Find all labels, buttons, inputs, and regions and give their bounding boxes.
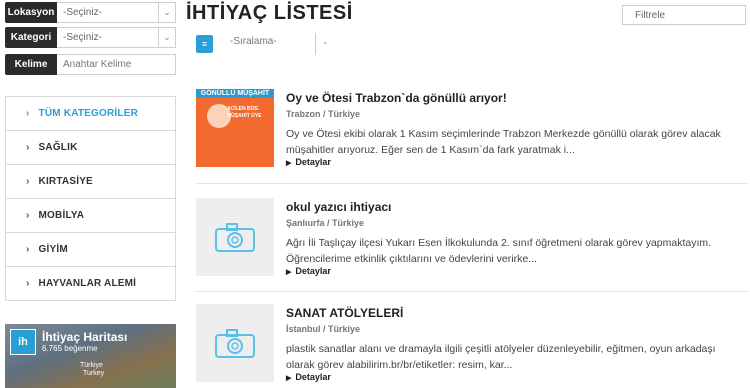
map-label: Türkiye	[80, 362, 103, 369]
category-label: MOBİLYA	[38, 210, 85, 221]
item-location: Şanlıurfa / Türkiye	[286, 218, 365, 228]
category-item-animals[interactable]: › HAYVANLAR ALEMİ	[6, 267, 175, 301]
item-thumbnail[interactable]	[196, 198, 274, 276]
divider	[196, 291, 748, 292]
category-item-all[interactable]: › TÜM KATEGORİLER	[6, 97, 175, 131]
category-item-stationery[interactable]: › KIRTASİYE	[6, 165, 175, 199]
divider	[196, 183, 748, 184]
keyword-label: Kelime	[5, 54, 57, 75]
page-title: İHTİYAÇ LİSTESİ	[186, 2, 353, 24]
facebook-page-widget[interactable]: ih İhtiyaç Haritası 6.765 beğenme Türkiy…	[5, 324, 176, 388]
arrow-right-icon: ▶	[286, 375, 292, 382]
poster-text: ACİLEN BİZE MÜŞAHİT ÜYE	[227, 106, 262, 119]
camera-icon	[215, 223, 255, 252]
details-label: Detaylar	[295, 372, 331, 382]
category-select[interactable]: -Seçiniz- ⌄	[57, 27, 176, 48]
item-title[interactable]: Oy ve Ötesi Trabzon`da gönüllü arıyor!	[286, 91, 507, 105]
chevron-right-icon: ›	[26, 278, 30, 289]
camera-icon	[215, 329, 255, 358]
sort-select[interactable]: -Sıralama- ⌄	[230, 33, 330, 55]
chevron-down-icon[interactable]: ⌄	[322, 37, 329, 46]
details-link[interactable]: ▶ Detaylar	[286, 372, 331, 382]
category-item-health[interactable]: › SAĞLIK	[6, 131, 175, 165]
details-link[interactable]: ▶ Detaylar	[286, 266, 331, 276]
details-label: Detaylar	[295, 157, 331, 167]
item-description: Ağrı İli Taşlıçay ilçesi Yukarı Esen İlk…	[286, 237, 712, 265]
item-description: Oy ve Ötesi ekibi olarak 1 Kasım seçimle…	[286, 128, 721, 156]
search-placeholder: Filtrele	[635, 9, 666, 21]
poster-band: GÖNÜLLÜ MÜŞAHİT	[196, 89, 274, 98]
list-item: okul yazıcı ihtiyacı Şanlıurfa / Türkiye…	[196, 198, 748, 298]
arrow-right-icon: ▶	[286, 269, 292, 276]
category-item-furniture[interactable]: › MOBİLYA	[6, 199, 175, 233]
arrow-right-icon: ▶	[286, 160, 292, 167]
category-label: SAĞLIK	[38, 142, 78, 153]
chevron-right-icon: ›	[26, 210, 30, 221]
list-view-icon[interactable]: ≡	[196, 35, 213, 53]
chevron-down-icon[interactable]: ⌄	[158, 28, 175, 47]
list-item: GÖNÜLLÜ MÜŞAHİT ACİLEN BİZE MÜŞAHİT ÜYE …	[196, 89, 748, 189]
map-label: Turkey	[83, 370, 105, 377]
facebook-likes: 6.765 beğenme	[42, 344, 98, 353]
divider	[315, 33, 316, 55]
category-label: TÜM KATEGORİLER	[38, 108, 139, 119]
item-thumbnail[interactable]	[196, 304, 274, 382]
list-item: SANAT ATÖLYELERİ İstanbul / Türkiye plas…	[196, 304, 748, 388]
details-label: Detaylar	[295, 266, 331, 276]
location-select-value: -Seçiniz-	[63, 7, 102, 18]
chevron-right-icon: ›	[26, 108, 30, 119]
category-select-value: -Seçiniz-	[63, 32, 102, 43]
item-title[interactable]: SANAT ATÖLYELERİ	[286, 306, 403, 320]
category-list: › TÜM KATEGORİLER › SAĞLIK › KIRTASİYE ›…	[5, 96, 176, 301]
sort-value: -Sıralama-	[230, 36, 277, 47]
category-item-clothing[interactable]: › GİYİM	[6, 233, 175, 267]
chevron-down-icon[interactable]: ⌄	[158, 3, 175, 22]
location-label: Lokasyon	[5, 2, 57, 23]
location-select[interactable]: -Seçiniz- ⌄	[57, 2, 176, 23]
keyword-filter: Kelime Anahtar Kelime	[5, 54, 176, 75]
item-title[interactable]: okul yazıcı ihtiyacı	[286, 200, 391, 214]
item-thumbnail[interactable]: GÖNÜLLÜ MÜŞAHİT ACİLEN BİZE MÜŞAHİT ÜYE	[196, 89, 274, 167]
category-label: HAYVANLAR ALEMİ	[38, 278, 137, 289]
details-link[interactable]: ▶ Detaylar	[286, 157, 331, 167]
search-input[interactable]: Filtrele	[622, 5, 746, 25]
chevron-right-icon: ›	[26, 244, 30, 255]
page-logo: ih	[10, 329, 36, 355]
category-label: Kategori	[5, 27, 57, 48]
chevron-right-icon: ›	[26, 142, 30, 153]
keyword-input[interactable]: Anahtar Kelime	[57, 54, 176, 75]
location-filter: Lokasyon -Seçiniz- ⌄	[5, 2, 176, 23]
item-location: İstanbul / Türkiye	[286, 324, 361, 334]
keyword-placeholder: Anahtar Kelime	[63, 59, 132, 70]
item-description: plastik sanatlar alanı ve dramayla ilgil…	[286, 343, 716, 371]
facebook-page-title[interactable]: İhtiyaç Haritası	[42, 330, 127, 344]
item-location: Trabzon / Türkiye	[286, 109, 361, 119]
category-filter: Kategori -Seçiniz- ⌄	[5, 27, 176, 48]
chevron-right-icon: ›	[26, 176, 30, 187]
category-label: GİYİM	[38, 244, 68, 255]
category-label: KIRTASİYE	[38, 176, 93, 187]
